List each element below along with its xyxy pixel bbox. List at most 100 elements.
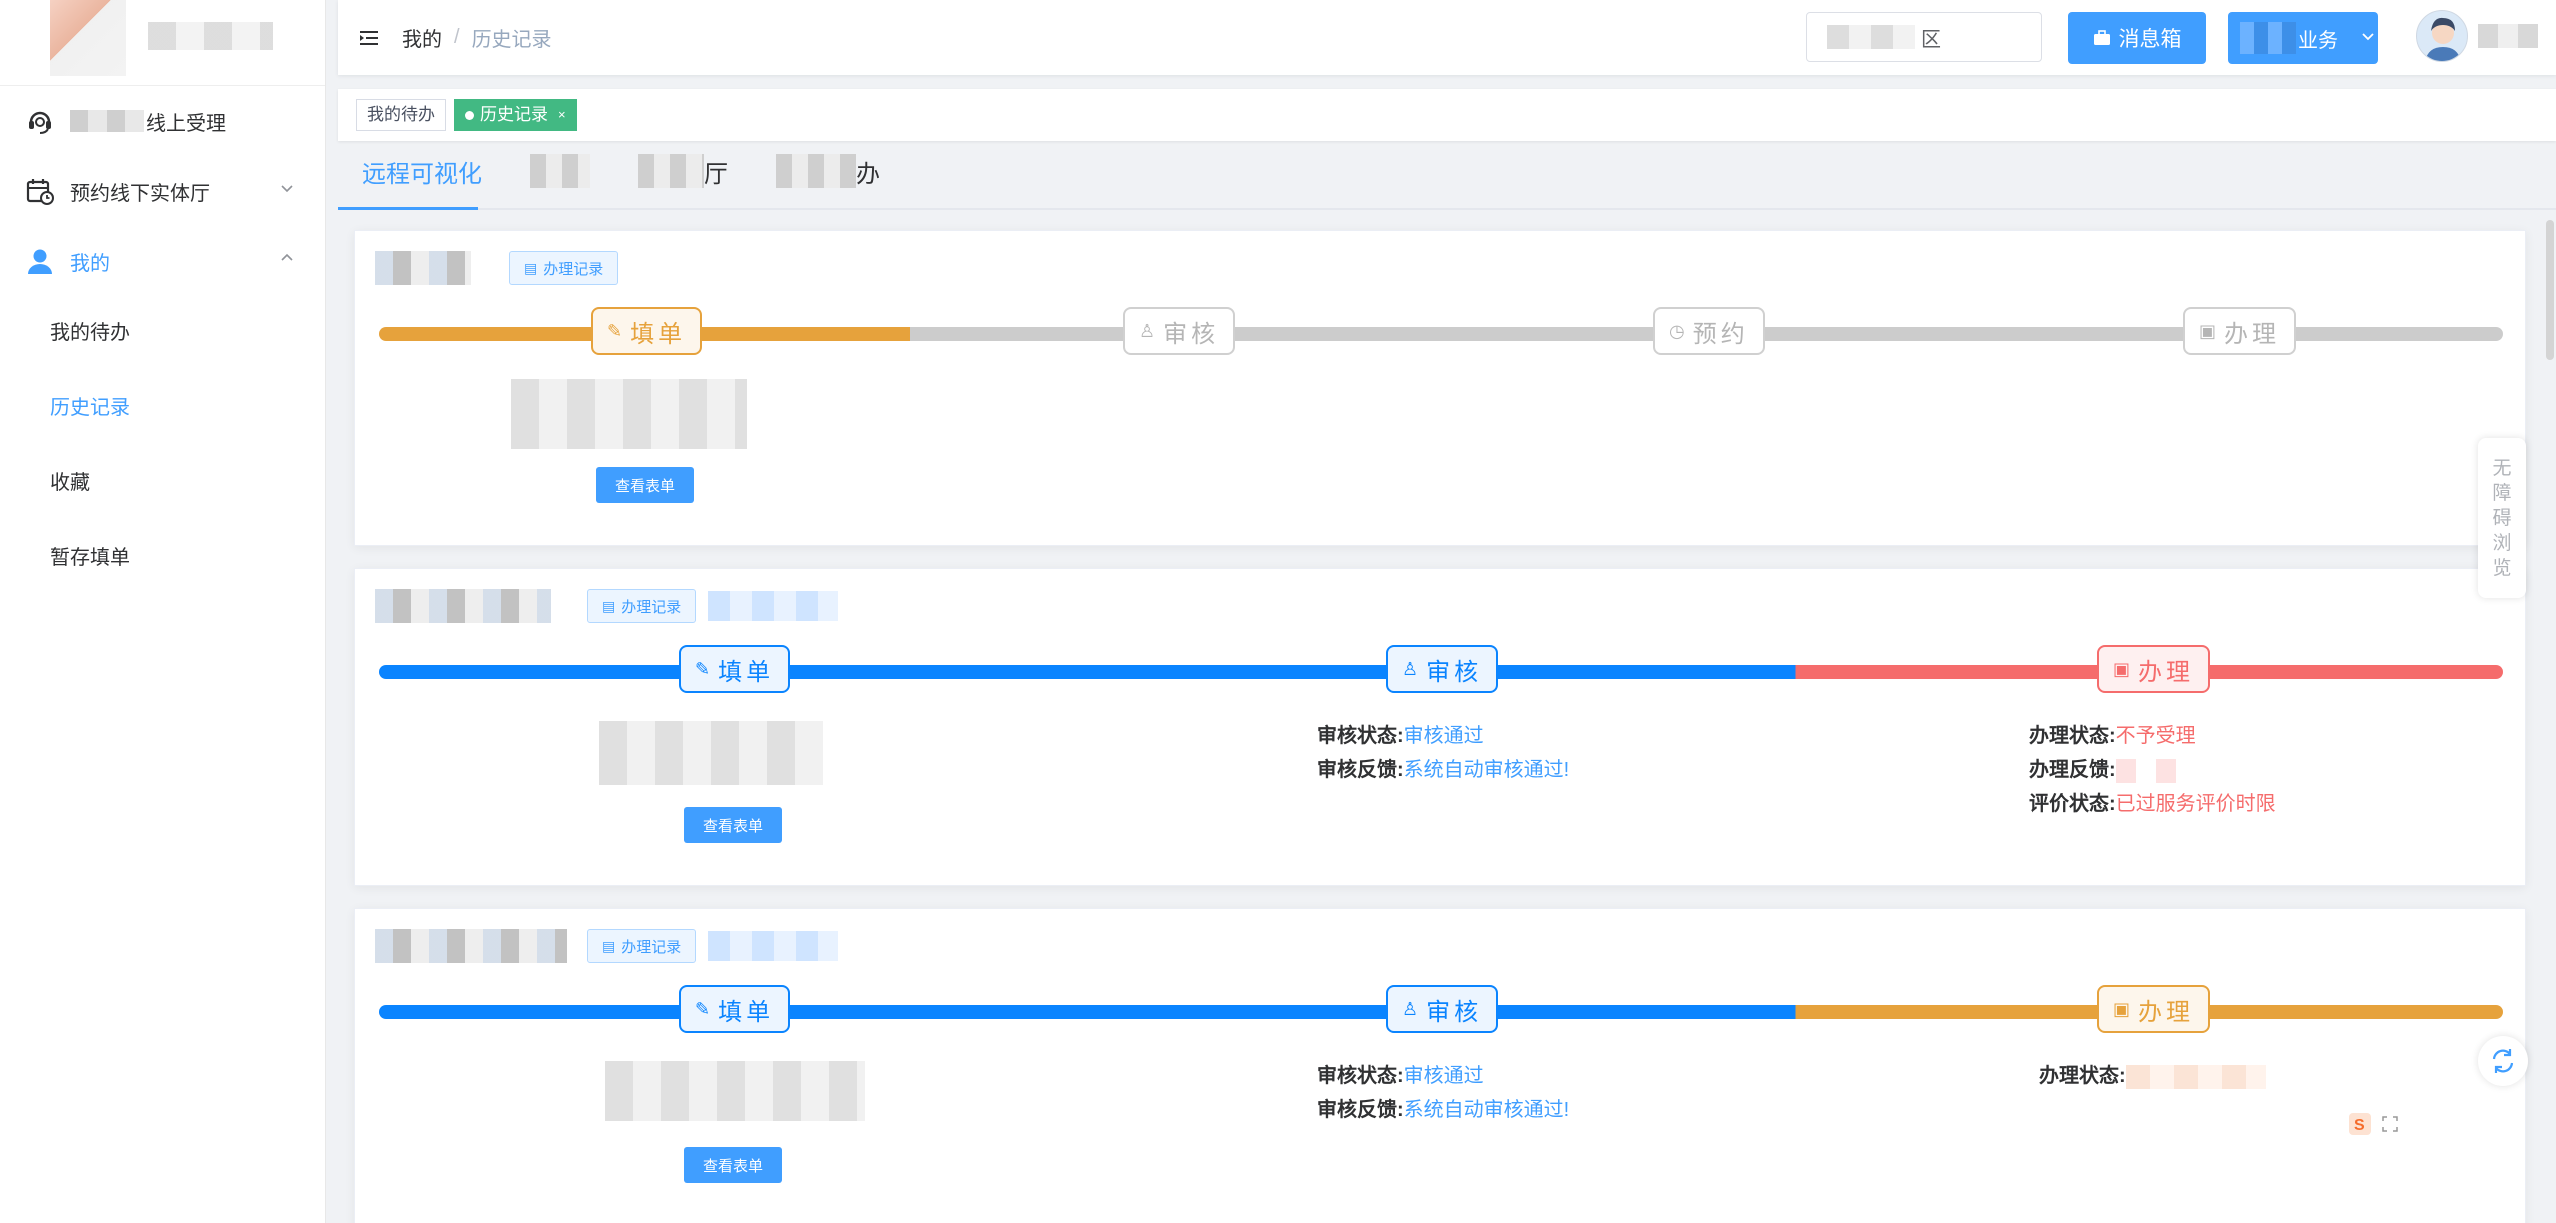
record-button-label: 办理记录 <box>543 260 604 278</box>
redacted-text <box>2240 22 2296 54</box>
expand-icon <box>2382 1116 2398 1132</box>
tab-office[interactable]: 办 <box>752 148 904 208</box>
breadcrumb-current: 历史记录 <box>471 29 552 51</box>
sidebar-subitem-drafts[interactable]: 暂存填单 <box>0 521 325 596</box>
redacted-text <box>708 931 839 961</box>
tag-label: 历史记录 <box>480 105 548 124</box>
stamp-icon: ♙ <box>1402 998 1419 1019</box>
accessibility-toggle[interactable]: 无 障 碍 浏 览 <box>2478 438 2526 598</box>
chevron-up-icon <box>279 250 295 271</box>
document-icon: ▤ <box>524 259 538 276</box>
logo[interactable] <box>0 0 325 86</box>
edit-icon: ✎ <box>695 658 711 679</box>
step-audit: ♙ 审核 <box>1123 307 1236 355</box>
record-button[interactable]: ▤ 办理记录 <box>587 929 697 963</box>
document-icon: ▤ <box>602 597 616 614</box>
record-card: ▤ 办理记录 ✎ 填单 ♙ 审核 ◷ 预约 ▣ 办理 查看表单 <box>354 230 2526 546</box>
headset-icon <box>24 105 56 137</box>
audit-status-value: 审核通过 <box>1403 1065 1484 1087</box>
redacted-title <box>375 251 471 285</box>
view-form-button[interactable]: 查看表单 <box>684 1147 782 1183</box>
tab-active-indicator <box>338 207 478 210</box>
sidebar-item-label: 线上受理 <box>146 112 226 135</box>
audit-feedback-value: 系统自动审核通过! <box>1403 1099 1570 1121</box>
tag-todo[interactable]: 我的待办 <box>356 99 446 131</box>
step-handle: ▣ 办理 <box>2097 645 2211 693</box>
redacted-text <box>2125 1064 2266 1089</box>
redacted-text <box>2115 758 2176 783</box>
view-form-button[interactable]: 查看表单 <box>596 467 694 503</box>
briefcase-icon <box>2093 30 2110 45</box>
card-header: ▤ 办理记录 <box>375 589 839 623</box>
redacted-text <box>638 154 704 188</box>
step-label: 填单 <box>718 658 775 686</box>
refresh-icon <box>2492 1049 2514 1073</box>
redacted-info <box>511 379 747 449</box>
step-label: 办理 <box>2138 658 2195 686</box>
menu-fold-icon[interactable] <box>358 27 380 49</box>
handle-info: 办理状态:不予受理 办理反馈: 评价状态:已过服务评价时限 <box>2029 719 2276 821</box>
redacted-title <box>375 929 567 963</box>
tags-view: 我的待办 历史记录 × <box>338 89 2556 141</box>
audit-info: 审核状态:审核通过 审核反馈:系统自动审核通过! <box>1317 1059 1569 1127</box>
a11y-char: 碍 <box>2492 507 2512 529</box>
business-dropdown[interactable]: 业务 <box>2228 12 2378 64</box>
business-label: 业务 <box>2298 29 2338 52</box>
tab-remote-visual[interactable]: 远程可视化 <box>338 148 506 208</box>
step-handle: ▣ 办理 <box>2183 307 2297 355</box>
tag-history[interactable]: 历史记录 × <box>454 99 577 131</box>
avatar[interactable] <box>2416 10 2468 62</box>
tab-hall[interactable]: 厅 <box>614 148 752 208</box>
breadcrumb: 我的 / 历史记录 <box>402 23 552 52</box>
scrollbar[interactable] <box>2546 220 2554 360</box>
refresh-button[interactable] <box>2478 1036 2528 1086</box>
step-label: 审核 <box>1426 998 1483 1026</box>
handle-feedback-label: 办理反馈: <box>2029 759 2116 781</box>
view-form-button[interactable]: 查看表单 <box>684 807 782 843</box>
document-icon: ▤ <box>602 937 616 954</box>
audit-status-value: 审核通过 <box>1403 725 1484 747</box>
step-audit: ♙ 审核 <box>1386 645 1499 693</box>
sidebar-subitem-favorites[interactable]: 收藏 <box>0 446 325 521</box>
tab-redacted-1[interactable] <box>506 148 614 208</box>
sogou-icon: S <box>2349 1113 2371 1135</box>
handle-status-label: 办理状态: <box>2039 1065 2126 1087</box>
step-handle: ▣ 办理 <box>2097 985 2211 1033</box>
sidebar-subitem-todo[interactable]: 我的待办 <box>0 296 325 371</box>
breadcrumb-item[interactable]: 我的 <box>402 23 442 52</box>
record-button-label: 办理记录 <box>621 598 682 616</box>
region-suffix: 区 <box>1921 28 1941 51</box>
sidebar-item-appointment[interactable]: 预约线下实体厅 <box>0 156 325 226</box>
region-selector[interactable]: 区 <box>1806 12 2042 62</box>
edit-icon: ✎ <box>695 998 711 1019</box>
sidebar-item-mine[interactable]: 我的 <box>0 226 325 296</box>
message-box-label: 消息箱 <box>2118 28 2182 51</box>
record-card: ▤ 办理记录 ✎ 填单 ♙ 审核 ▣ 办理 查看表单 审核状态:审核通过 审核反馈:系… <box>354 908 2526 1223</box>
step-label: 填单 <box>718 998 775 1026</box>
redacted-text <box>1827 25 1915 49</box>
record-button-label: 办理记录 <box>621 938 682 956</box>
redacted-text <box>70 110 144 132</box>
sidebar-item-online[interactable]: 线上受理 <box>0 86 325 156</box>
sidebar-subitem-history[interactable]: 历史记录 <box>0 371 325 446</box>
ime-toolbar[interactable]: S <box>2348 1112 2398 1136</box>
username[interactable] <box>2478 24 2538 48</box>
message-box-button[interactable]: 消息箱 <box>2068 12 2206 64</box>
a11y-char: 无 <box>2492 457 2512 479</box>
stamp-icon: ♙ <box>1402 658 1419 679</box>
calendar-icon <box>24 175 56 207</box>
eval-status-value: 已过服务评价时限 <box>2115 793 2276 815</box>
record-button[interactable]: ▤ 办理记录 <box>587 589 697 623</box>
step-fill: ✎ 填单 <box>591 307 703 355</box>
logo-text <box>148 22 273 50</box>
redacted-text <box>708 591 839 621</box>
tab-label: 办 <box>856 160 880 188</box>
sidebar: 线上受理 预约线下实体厅 我的 我的待办 历史记录 收藏 暂存填单 <box>0 0 326 1223</box>
svg-text:S: S <box>2354 1117 2365 1134</box>
record-button[interactable]: ▤ 办理记录 <box>509 251 619 285</box>
audit-feedback-value: 系统自动审核通过! <box>1403 759 1570 781</box>
card-header: ▤ 办理记录 <box>375 929 839 963</box>
stamp-icon: ♙ <box>1139 320 1156 341</box>
close-icon[interactable]: × <box>558 100 566 130</box>
step-fill: ✎ 填单 <box>679 645 791 693</box>
